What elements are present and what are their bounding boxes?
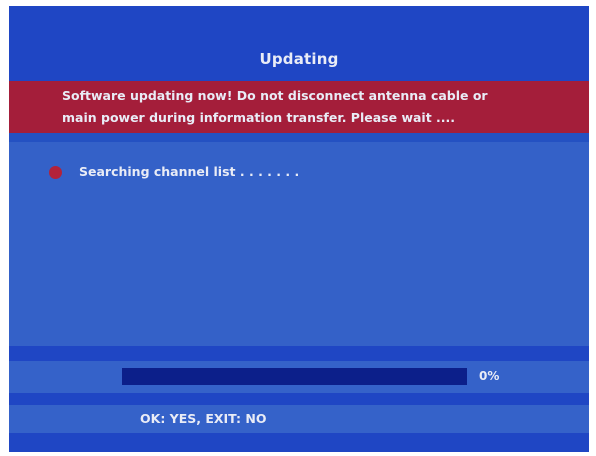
key-hint-row: OK: YES, EXIT: NO [9,405,589,433]
status-panel: Searching channel list . . . . . . . [9,142,589,346]
status-message: Searching channel list . . . . . . . [79,164,300,179]
update-screen: Updating Software updating now! Do not d… [9,6,589,452]
divider-band [9,133,589,142]
warning-banner: Software updating now! Do not disconnect… [9,81,589,133]
header-band [9,6,589,81]
progress-row: 0% [9,361,589,393]
warning-text-line-2: main power during information transfer. … [62,110,456,125]
divider-band [9,346,589,361]
footer-band [9,433,589,452]
key-hint-text: OK: YES, EXIT: NO [140,411,267,426]
progress-percent-label: 0% [479,369,500,383]
divider-band [9,393,589,405]
warning-text-line-1: Software updating now! Do not disconnect… [62,88,488,103]
status-dot-icon [49,166,62,179]
page-title: Updating [259,50,339,68]
progress-bar [122,368,467,385]
